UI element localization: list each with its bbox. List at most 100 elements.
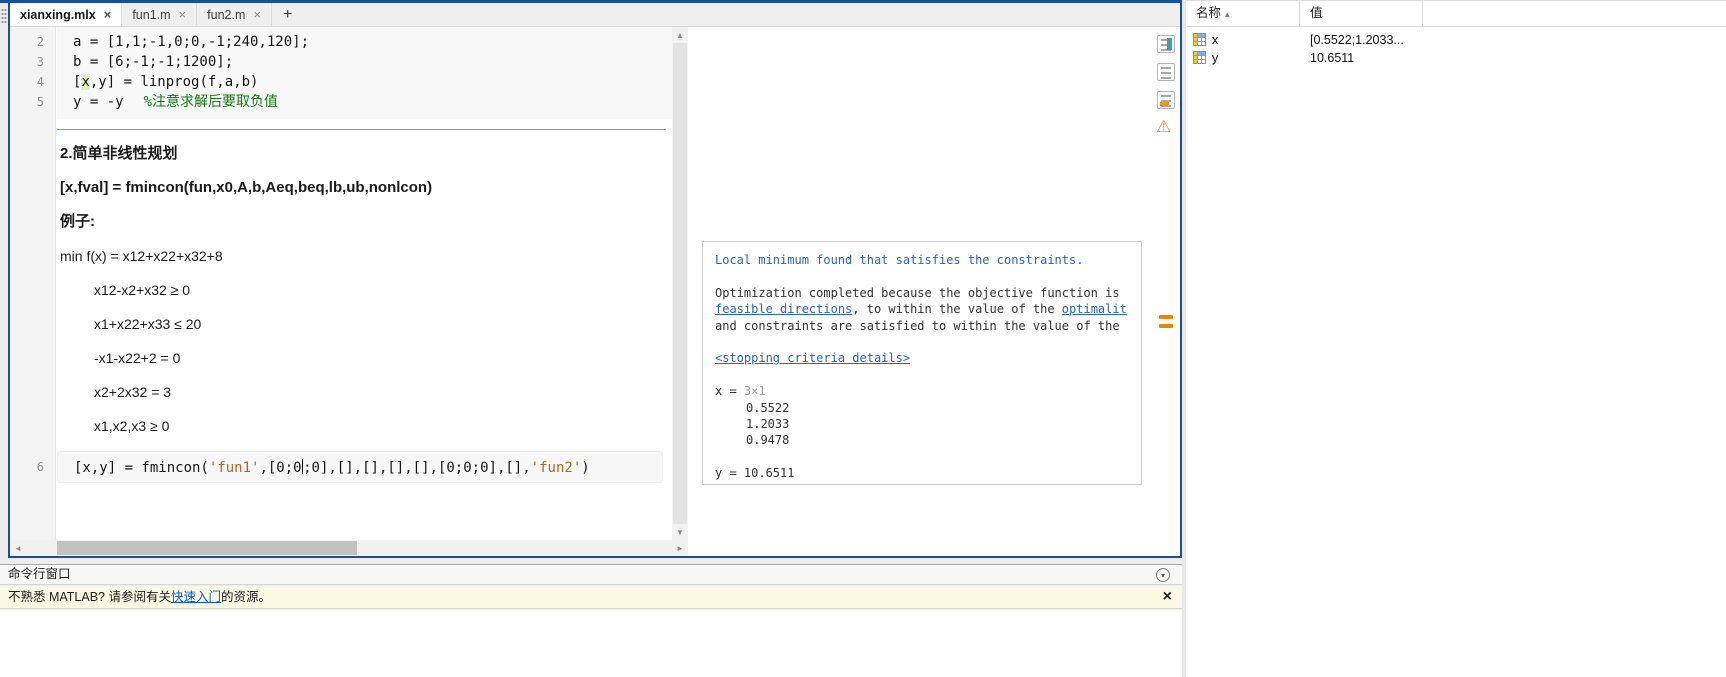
text-heading[interactable]: 2.简单非线性规划: [60, 145, 178, 163]
vertical-scroll-thumb[interactable]: [673, 43, 687, 524]
vertical-scrollbar[interactable]: ▲ ▼: [672, 27, 688, 540]
output-text-span: , to within the value of the: [852, 302, 1062, 317]
line-number: 6: [36, 460, 44, 474]
code-block-2[interactable]: [x,y] = fmincon('fun1',[0;0 ;0],[],[],[],…: [57, 451, 663, 483]
output-pane: Local minimum found that satisfies the c…: [690, 27, 1148, 540]
highlighted-variable: x: [81, 74, 90, 90]
document-pane[interactable]: 2 3 4 5 6 a = [1,1;-1,0;0,-1;240,120]; b…: [10, 27, 672, 540]
command-window-content[interactable]: [0, 610, 1182, 677]
output-text: Optimization completed because the objec…: [715, 285, 1120, 300]
collapse-chevron-icon[interactable]: ▾: [1156, 568, 1170, 582]
text-constraint-4[interactable]: x2+2x32 = 3: [94, 383, 171, 401]
tab-fun2-m[interactable]: fun2.m ×: [197, 3, 272, 26]
stopping-criteria-link[interactable]: <stopping criteria details>: [715, 351, 910, 365]
code-text: ,y] = linprog(f,a,b): [89, 74, 259, 90]
workspace-variable-list: x [0.5522;1.2033... y 10.6511: [1186, 31, 1726, 67]
line-number: 5: [36, 95, 44, 109]
output-text: <stopping criteria details>: [715, 350, 1141, 366]
output-box[interactable]: Local minimum found that satisfies the c…: [702, 241, 1142, 485]
scroll-marker[interactable]: [1159, 315, 1173, 319]
line-number-gutter: 2 3 4 5 6: [10, 27, 56, 540]
tab-label: fun2.m: [207, 7, 246, 22]
new-tab-button[interactable]: +: [272, 3, 303, 26]
text-syntax[interactable]: [x,fval] = fmincon(fun,x0,A,b,Aeq,beq,lb…: [60, 179, 432, 197]
line-number: 3: [36, 55, 44, 69]
matlab-desktop: xianxing.mlx × fun1.m × fun2.m × + 2 3 4…: [0, 0, 1726, 677]
getting-started-banner: 不熟悉 MATLAB? 请参阅有关快速入门的资源。 ×: [0, 586, 1182, 609]
workspace-row-x[interactable]: x [0.5522;1.2033...: [1186, 31, 1726, 49]
editor-right-strip: ⚠: [1152, 27, 1180, 556]
code-comment: %注意求解后要取负值: [143, 94, 279, 110]
output-blank-line: [715, 449, 1141, 465]
banner-text: 的资源。: [221, 590, 272, 604]
line-number: 2: [36, 35, 44, 49]
code-text: [x,y] = fmincon(: [74, 460, 209, 476]
workspace-header: 名称 ▴ 值: [1186, 1, 1726, 27]
command-window-titlebar[interactable]: 命令行窗口 ▾: [0, 564, 1182, 585]
banner-close-icon[interactable]: ×: [1163, 586, 1172, 608]
text-constraint-2[interactable]: x1+x22+x33 ≤ 20: [94, 315, 201, 333]
column-header-value[interactable]: 值: [1300, 1, 1423, 26]
editor-tab-bar: xianxing.mlx × fun1.m × fun2.m × +: [10, 3, 1180, 27]
quick-start-link[interactable]: 快速入门: [171, 590, 221, 604]
code-text: ;0],[],[],[],[],[0;0;0],[],: [303, 460, 531, 476]
hide-code-icon[interactable]: [1157, 91, 1175, 109]
text-constraint-1[interactable]: x12-x2+x32 ≥ 0: [94, 281, 190, 299]
output-text: feasible directions, to within the value…: [715, 301, 1141, 317]
scroll-up-icon[interactable]: ▲: [672, 27, 688, 43]
banner-text: 不熟悉 MATLAB? 请参阅有关: [8, 590, 171, 604]
code-text: ,[0;0: [259, 460, 302, 476]
code-block-1[interactable]: a = [1,1;-1,0;0,-1;240,120]; b = [6;-1;-…: [57, 27, 672, 119]
text-constraint-5[interactable]: x1,x2,x3 ≥ 0: [94, 417, 169, 435]
horizontal-scroll-thumb[interactable]: [57, 541, 357, 555]
command-window-title: 命令行窗口: [8, 567, 71, 581]
tab-label: xianxing.mlx: [20, 7, 96, 22]
section-break-line: [57, 129, 666, 130]
code-line-2[interactable]: a = [1,1;-1,0;0,-1;240,120];: [73, 32, 672, 52]
text-example-label[interactable]: 例子:: [60, 213, 95, 231]
workspace-row-y[interactable]: y 10.6511: [1186, 49, 1726, 67]
column-header-label: 名称: [1196, 6, 1222, 20]
tab-close-icon[interactable]: ×: [179, 8, 187, 21]
string-literal: 'fun1': [208, 460, 260, 476]
variable-name: x: [1212, 33, 1219, 47]
tab-label: fun1.m: [132, 7, 171, 22]
scroll-left-icon[interactable]: ◄: [10, 540, 26, 556]
code-line-3[interactable]: b = [6;-1;-1;1200];: [73, 52, 672, 72]
drag-handle-icon[interactable]: [1, 8, 7, 24]
tab-xianxing-mlx[interactable]: xianxing.mlx ×: [10, 3, 123, 26]
tab-close-icon[interactable]: ×: [253, 8, 261, 21]
matrix-variable-icon: [1193, 33, 1206, 46]
optimality-tolerance-link[interactable]: optimalit: [1062, 302, 1127, 316]
column-header-name[interactable]: 名称 ▴: [1186, 1, 1300, 26]
output-on-right-icon[interactable]: [1157, 63, 1175, 81]
sort-asc-icon: ▴: [1225, 9, 1230, 19]
tab-close-icon[interactable]: ×: [104, 8, 112, 21]
output-y-line: y = 10.6511: [715, 466, 795, 481]
output-blank-line: [715, 334, 1141, 350]
command-window-section: 命令行窗口 ▾ 不熟悉 MATLAB? 请参阅有关快速入门的资源。 ×: [0, 558, 1182, 677]
scroll-down-icon[interactable]: ▼: [672, 524, 688, 540]
feasible-directions-link[interactable]: feasible directions: [715, 302, 852, 316]
output-x-label: x =: [715, 384, 744, 399]
code-text: y = -y: [73, 94, 124, 110]
output-blank-line: [715, 268, 1141, 284]
output-text: and constraints are satisfied to within …: [715, 318, 1120, 333]
output-x-header: x = 3×1: [715, 383, 1141, 399]
output-x-dimensions: 3×1: [743, 384, 766, 399]
code-line-6[interactable]: [x,y] = fmincon('fun1',[0;0 ;0],[],[],[],…: [74, 458, 662, 478]
live-editor-window: xianxing.mlx × fun1.m × fun2.m × + 2 3 4…: [8, 0, 1182, 558]
output-inline-icon[interactable]: [1157, 35, 1175, 53]
string-literal: 'fun2': [530, 460, 582, 476]
tab-fun1-m[interactable]: fun1.m ×: [122, 3, 198, 26]
variable-name: y: [1212, 51, 1219, 65]
scroll-marker[interactable]: [1159, 324, 1173, 328]
warning-icon[interactable]: ⚠: [1156, 117, 1171, 137]
scroll-right-icon[interactable]: ►: [672, 540, 688, 556]
code-line-4[interactable]: [x,y] = linprog(f,a,b): [73, 72, 672, 92]
code-text: ): [581, 460, 590, 476]
code-line-5[interactable]: y = -y %注意求解后要取负值: [73, 92, 672, 112]
horizontal-scrollbar[interactable]: ◄ ►: [10, 540, 688, 556]
text-objective[interactable]: min f(x) = x12+x22+x32+8: [60, 247, 223, 265]
text-constraint-3[interactable]: -x1-x22+2 = 0: [94, 349, 180, 367]
